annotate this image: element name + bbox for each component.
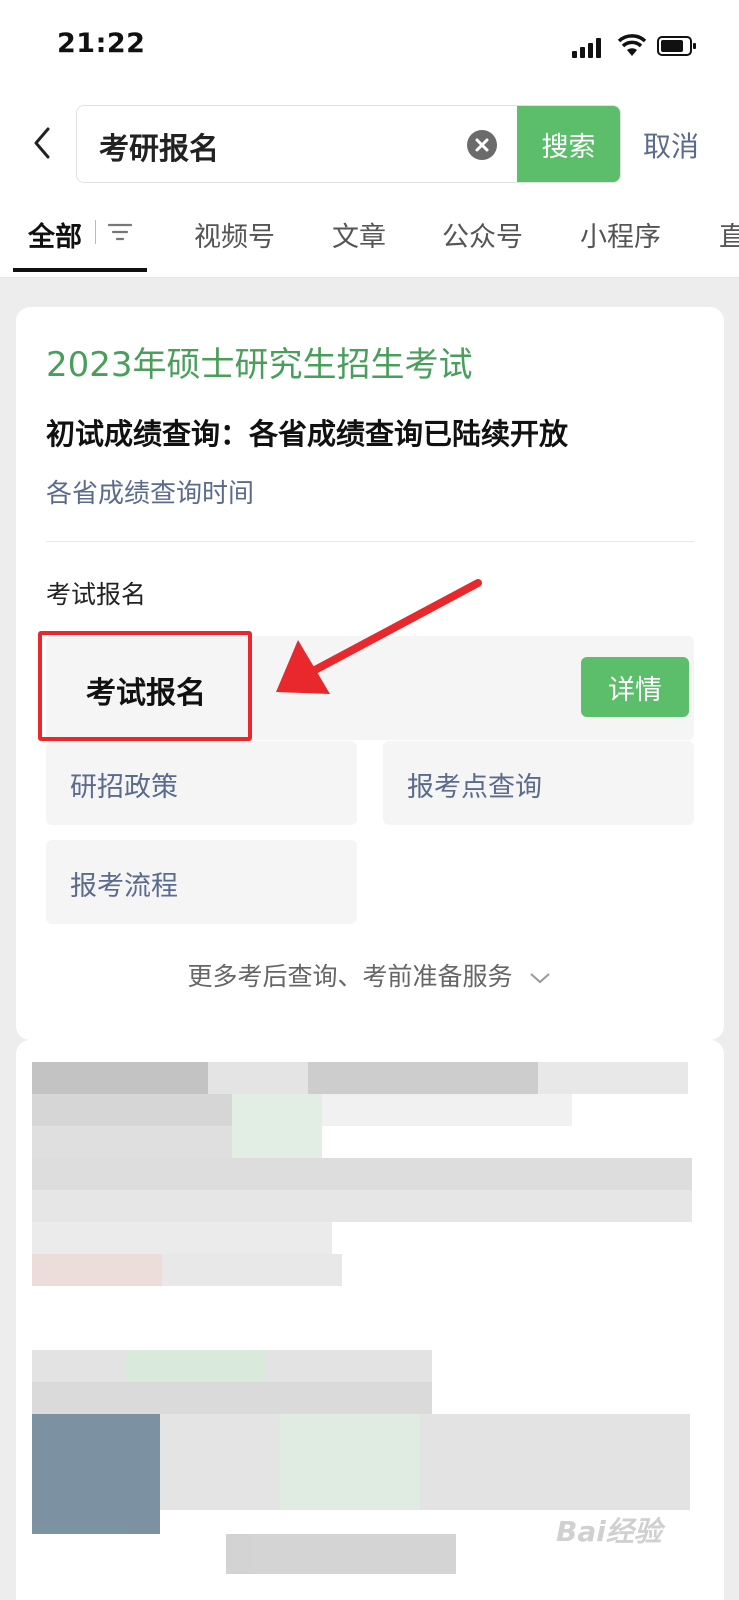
section-label: 考试报名 bbox=[46, 580, 147, 609]
card-title[interactable]: 2023年硕士研究生招生考试 bbox=[46, 337, 473, 386]
tab-articles[interactable]: 文章 bbox=[332, 215, 386, 254]
chevron-down-icon bbox=[530, 973, 551, 984]
exam-site-query-button[interactable]: 报考点查询 bbox=[383, 741, 694, 825]
policy-button[interactable]: 研招政策 bbox=[46, 741, 357, 825]
signal-icon bbox=[572, 36, 604, 58]
card-subtitle[interactable]: 初试成绩查询：各省成绩查询已陆续开放 bbox=[46, 411, 568, 453]
clear-icon[interactable] bbox=[467, 130, 497, 160]
tab-separator bbox=[95, 220, 96, 244]
wifi-icon bbox=[617, 34, 647, 56]
cancel-button[interactable]: 取消 bbox=[643, 125, 699, 165]
tab-live[interactable]: 直 bbox=[719, 215, 739, 254]
active-tab-indicator bbox=[13, 268, 147, 272]
policy-label: 研招政策 bbox=[70, 772, 178, 803]
battery-icon bbox=[657, 36, 696, 56]
back-icon[interactable] bbox=[28, 123, 58, 163]
more-services-link[interactable]: 更多考后查询、考前准备服务 bbox=[16, 957, 724, 993]
watermark-logo: Bai经验 bbox=[556, 1515, 662, 1548]
registration-process-label: 报考流程 bbox=[70, 871, 178, 902]
status-bar: 21:22 bbox=[0, 0, 739, 95]
divider bbox=[46, 541, 694, 542]
exam-service-card: 2023年硕士研究生招生考试 初试成绩查询：各省成绩查询已陆续开放 各省成绩查询… bbox=[16, 307, 724, 1040]
search-input[interactable]: 考研报名 搜索 bbox=[76, 105, 621, 183]
score-query-time-link[interactable]: 各省成绩查询时间 bbox=[46, 473, 254, 510]
registration-process-button[interactable]: 报考流程 bbox=[46, 840, 357, 924]
tab-all[interactable]: 全部 bbox=[28, 215, 82, 254]
tab-channels[interactable]: 视频号 bbox=[194, 215, 275, 254]
tab-official-accounts[interactable]: 公众号 bbox=[442, 215, 523, 254]
search-query[interactable]: 考研报名 bbox=[99, 124, 219, 168]
tab-bar: 全部 视频号 文章 公众号 小程序 直 bbox=[0, 195, 739, 278]
exam-site-query-label: 报考点查询 bbox=[407, 772, 542, 803]
highlight-box bbox=[38, 631, 252, 741]
search-button[interactable]: 搜索 bbox=[517, 106, 620, 182]
filter-icon[interactable] bbox=[108, 223, 132, 241]
more-services-label: 更多考后查询、考前准备服务 bbox=[187, 962, 513, 991]
search-bar: 考研报名 搜索 取消 bbox=[0, 95, 739, 195]
details-button[interactable]: 详情 bbox=[581, 657, 689, 717]
tab-mini-programs[interactable]: 小程序 bbox=[580, 215, 661, 254]
status-time: 21:22 bbox=[57, 28, 146, 59]
